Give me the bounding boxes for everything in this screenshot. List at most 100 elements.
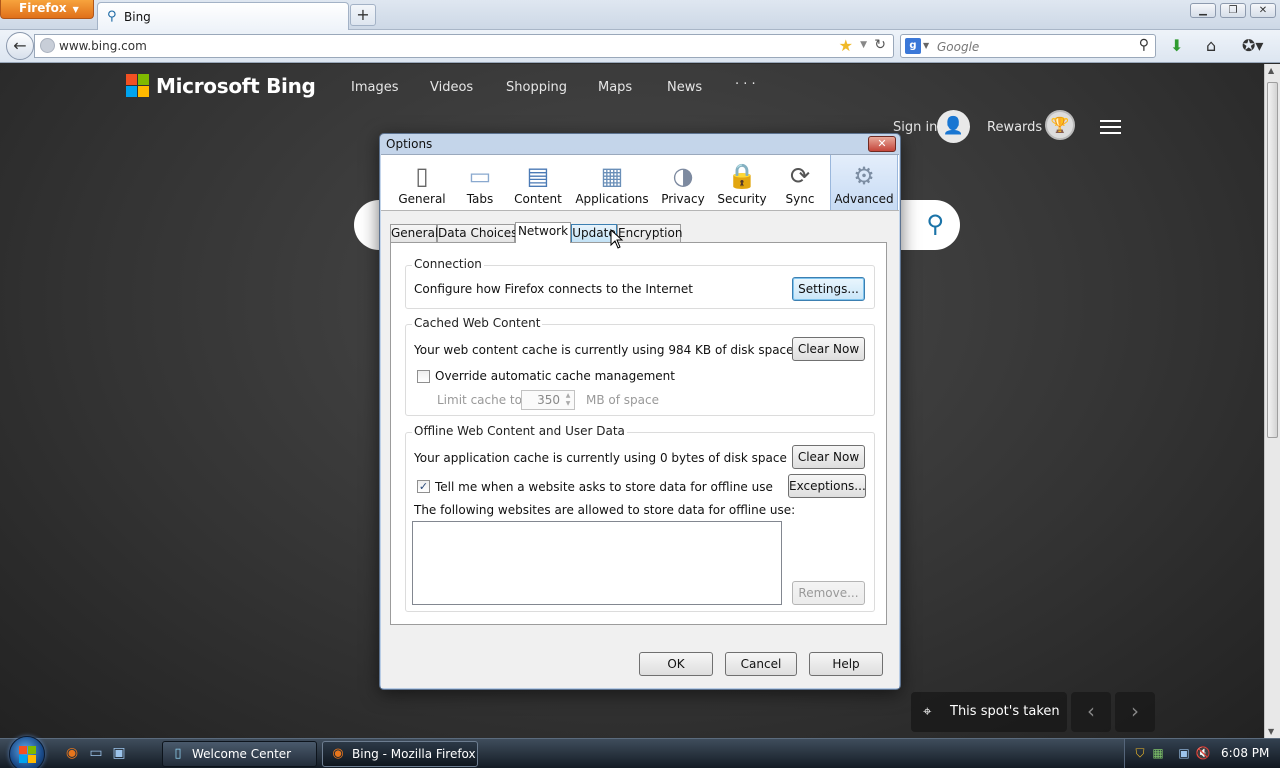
minimize-button[interactable]: ▁ [1190,3,1216,18]
pane-privacy[interactable]: ◑ Privacy [655,155,711,210]
dropdown-arrow-icon: ▼ [72,5,79,14]
cache-limit-value: 350 [537,393,560,407]
tray-app-icon[interactable]: ▦ [1150,745,1166,761]
firefox-quicklaunch-icon[interactable]: ◉ [63,744,81,762]
help-button[interactable]: Help [809,652,883,676]
privacy-mask-icon: ◑ [672,162,694,190]
dialog-close-button[interactable]: ✕ [868,136,896,152]
nav-images[interactable]: Images [351,80,399,95]
tabs-icon: ▭ [468,162,492,190]
avatar-icon[interactable]: 👤 [937,110,970,143]
offline-clear-now-button[interactable]: Clear Now [792,445,865,469]
offline-websites-list[interactable] [412,521,782,605]
applications-icon: ▦ [600,162,624,190]
pane-sync[interactable]: ⟳ Sync [775,155,825,210]
ok-button[interactable]: OK [639,652,713,676]
pane-general[interactable]: ▯ General [391,155,453,210]
content-icon: ▤ [526,162,550,190]
engine-dropdown-icon[interactable]: ▼ [923,41,929,50]
site-identity-icon[interactable] [40,38,55,53]
scroll-down-icon[interactable]: ▼ [1268,727,1274,736]
options-dialog: Options ✕ ▯ General ▭ Tabs ▤ Content ▦ A… [379,133,901,690]
taskbar-welcome-center[interactable]: ▯ Welcome Center [162,741,317,767]
subtab-general[interactable]: General [390,224,438,242]
logo-text: Microsoft Bing [156,74,316,98]
network-icon[interactable]: ▣ [1176,745,1192,761]
home-icon[interactable]: ⌂ [1206,36,1216,55]
next-image-button[interactable]: › [1115,692,1155,732]
firefox-icon: ◉ [332,746,344,761]
volume-muted-icon[interactable]: 🔇 [1195,745,1211,761]
spin-down-icon: ▼ [565,400,571,407]
google-icon[interactable]: g [905,38,921,54]
subtab-data-choices[interactable]: Data Choices [437,224,517,242]
nav-more[interactable]: · · · [735,77,756,92]
previous-image-button[interactable]: ‹ [1071,692,1111,732]
rewards-link[interactable]: Rewards [987,120,1042,135]
offline-list-label: The following websites are allowed to st… [414,503,796,517]
offline-label: Offline Web Content and User Data [412,424,627,438]
switch-windows-icon[interactable]: ▣ [110,744,128,762]
url-text[interactable]: www.bing.com [59,39,147,53]
cancel-button[interactable]: Cancel [725,652,797,676]
override-cache-label[interactable]: Override automatic cache management [435,369,675,383]
nav-news[interactable]: News [667,80,702,95]
show-desktop-icon[interactable]: ▭ [87,744,105,762]
search-bar[interactable]: g ▼ Google ⚲ [900,34,1156,58]
nav-shopping[interactable]: Shopping [506,80,567,95]
pane-tabs[interactable]: ▭ Tabs [455,155,505,210]
pane-applications[interactable]: ▦ Applications [573,155,651,210]
sign-in-link[interactable]: Sign in [893,120,937,135]
cache-limit-spinner: 350 ▲ ▼ [521,390,575,410]
mouse-cursor-icon [610,229,624,249]
offline-usage-text: Your application cache is currently usin… [414,451,787,465]
hamburger-menu-icon[interactable] [1100,120,1121,134]
subtab-encryption[interactable]: Encryption [617,224,682,242]
rewards-trophy-icon[interactable]: 🏆 [1045,110,1075,140]
restore-button[interactable]: ❐ [1220,3,1246,18]
scroll-up-icon[interactable]: ▲ [1268,66,1274,75]
cache-limit-unit: MB of space [586,393,659,407]
remove-button[interactable]: Remove... [792,581,865,605]
bookmark-star-icon[interactable]: ★ [839,36,853,55]
address-bar[interactable]: www.bing.com ★ ▼ ↻ [34,34,894,58]
connection-group: Connection Configure how Firefox connect… [405,257,875,309]
reload-icon[interactable]: ↻ [874,37,886,53]
search-icon[interactable]: ⚲ [926,210,944,238]
clock[interactable]: 6:08 PM [1221,746,1269,760]
cache-clear-now-button[interactable]: Clear Now [792,337,865,361]
pane-content[interactable]: ▤ Content [509,155,567,210]
tell-me-checkbox[interactable]: ✓ [417,480,430,493]
connection-settings-button[interactable]: Settings... [792,277,865,301]
nav-maps[interactable]: Maps [598,80,632,95]
title-bar: Firefox ▼ ⚲ Bing + ▁ ❐ ✕ [0,0,1280,30]
pane-security[interactable]: 🔒 Security [715,155,769,210]
close-window-button[interactable]: ✕ [1250,3,1276,18]
cache-label: Cached Web Content [412,316,543,330]
dialog-body: ▯ General ▭ Tabs ▤ Content ▦ Application… [381,154,899,688]
bookmarks-menu-icon[interactable]: ✪▾ [1242,36,1263,55]
vertical-scrollbar[interactable]: ▲ ▼ [1264,64,1280,738]
taskbar-firefox[interactable]: ◉ Bing - Mozilla Firefox [322,741,478,767]
firefox-menu-button[interactable]: Firefox ▼ [0,0,94,19]
search-placeholder[interactable]: Google [937,40,979,54]
scrollbar-thumb[interactable] [1267,82,1278,438]
connection-label: Connection [412,257,484,271]
override-cache-checkbox[interactable] [417,370,430,383]
pane-advanced[interactable]: ⚙ Advanced [830,155,898,210]
tell-me-label[interactable]: Tell me when a website asks to store dat… [435,480,773,494]
sync-icon: ⟳ [789,162,811,190]
nav-videos[interactable]: Videos [430,80,473,95]
back-button[interactable]: ← [6,32,34,60]
download-icon[interactable]: ⬇ [1170,36,1183,55]
welcome-center-icon: ▯ [174,746,182,761]
start-button[interactable] [9,736,45,768]
exceptions-button[interactable]: Exceptions... [788,474,866,498]
new-tab-button[interactable]: + [350,4,376,26]
history-dropdown-icon[interactable]: ▼ [860,40,867,50]
image-info-badge[interactable]: ⌖ This spot's taken [911,692,1067,732]
security-shield-icon[interactable]: ⛉ [1132,745,1148,761]
search-icon[interactable]: ⚲ [1139,37,1149,53]
browser-tab[interactable]: ⚲ Bing [97,2,349,30]
subtab-network[interactable]: Network [515,222,571,243]
